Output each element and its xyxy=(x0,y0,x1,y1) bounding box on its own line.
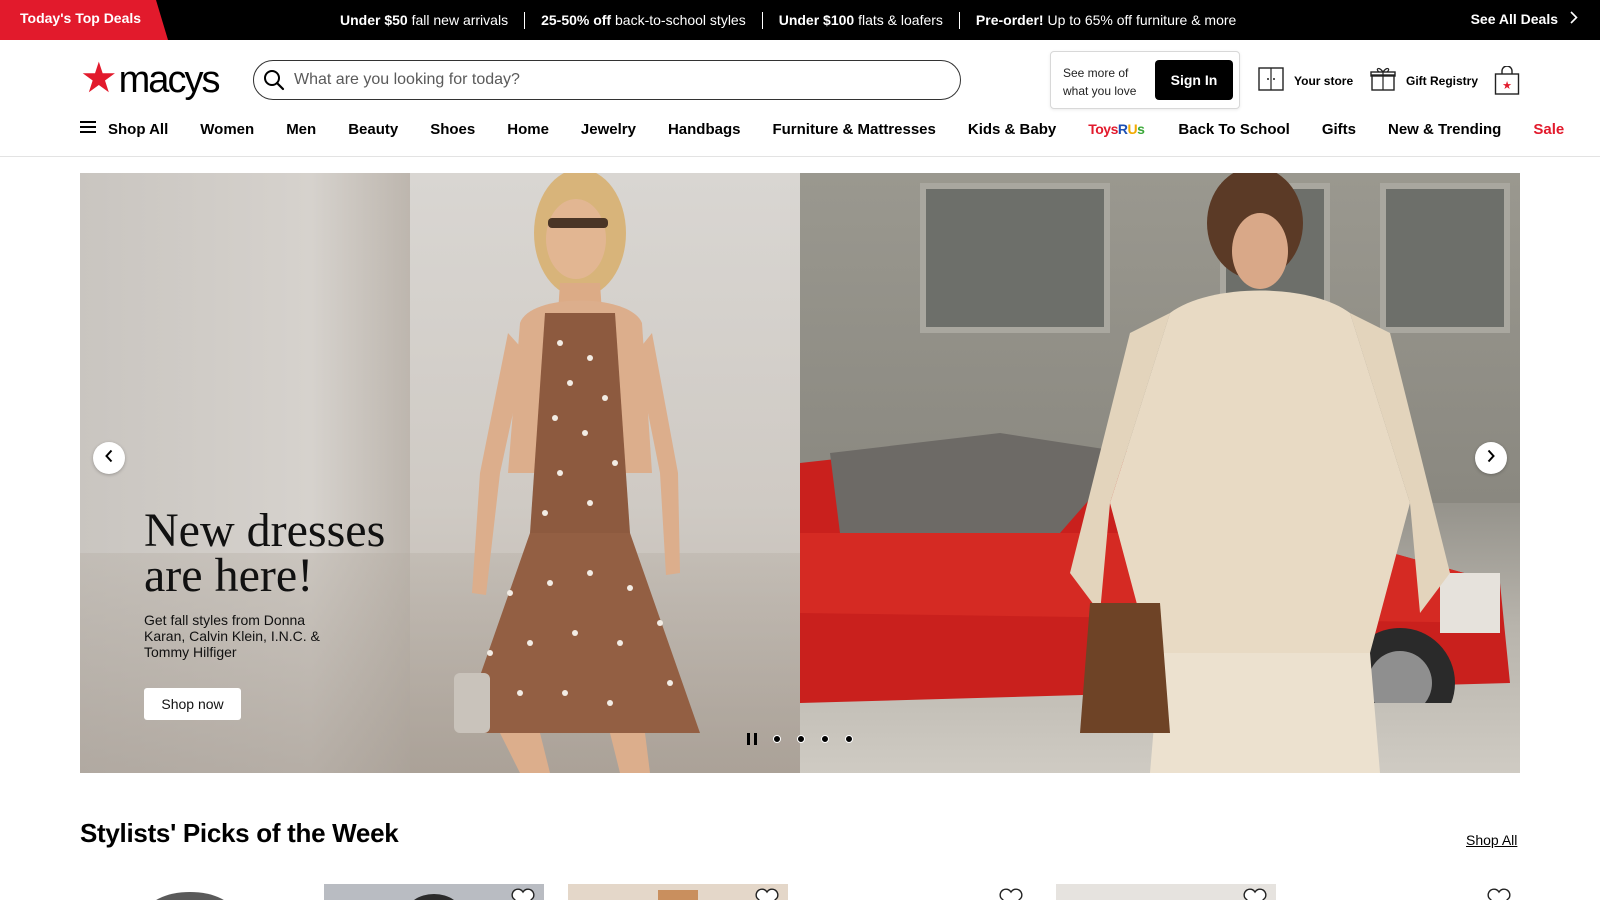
toys-logo-part: Toys xyxy=(1088,121,1118,137)
promo-bar: Today's Top Deals Under $50 fall new arr… xyxy=(0,0,1600,40)
heart-icon[interactable] xyxy=(754,888,780,900)
stylists-picks-heading: Stylists' Picks of the Week xyxy=(80,818,399,848)
carousel-indicators xyxy=(747,733,869,745)
model-cream-outfit-image xyxy=(1070,173,1450,773)
promo-divider xyxy=(958,11,960,29)
nav-item-shoes[interactable]: Shoes xyxy=(430,121,475,138)
carousel-dot[interactable] xyxy=(797,735,805,743)
your-store-link[interactable]: Your store xyxy=(1258,67,1353,94)
toys-logo-part: s xyxy=(1137,121,1145,137)
promo-deal-2-bold: 25-50% off xyxy=(541,12,612,28)
promo-deal-2[interactable]: 25-50% off back-to-school styles xyxy=(541,12,746,28)
heart-icon[interactable] xyxy=(1242,888,1268,900)
search-bar[interactable] xyxy=(253,60,961,100)
hero-copy: New dresses are here! Get fall styles fr… xyxy=(144,504,444,720)
promo-deal-3-text: flats & loafers xyxy=(854,12,943,28)
chevron-right-icon xyxy=(1570,11,1578,27)
nav-item-furniture-mattresses[interactable]: Furniture & Mattresses xyxy=(772,121,935,138)
logo-wordmark: macys xyxy=(118,58,221,101)
see-all-deals-link[interactable]: See All Deals xyxy=(1471,0,1578,38)
heart-icon[interactable] xyxy=(1486,888,1512,900)
gift-registry-label: Gift Registry xyxy=(1406,73,1479,88)
product-card[interactable] xyxy=(812,884,1032,900)
hero-image-right xyxy=(800,173,1520,773)
product-card[interactable] xyxy=(80,884,300,900)
nav-item-home[interactable]: Home xyxy=(507,121,549,138)
carousel-next-button[interactable] xyxy=(1475,442,1507,474)
nav-item-women[interactable]: Women xyxy=(200,121,254,138)
your-store-label: Your store xyxy=(1294,73,1354,88)
promo-deal-4[interactable]: Pre-order! Up to 65% off furniture & mor… xyxy=(976,12,1236,28)
svg-text:★: ★ xyxy=(1502,79,1512,92)
nav-item-kids-baby[interactable]: Kids & Baby xyxy=(968,121,1056,138)
promo-deal-3[interactable]: Under $100 flats & loafers xyxy=(779,12,943,28)
hero-headline: New dresses are here! xyxy=(144,504,386,602)
product-card[interactable] xyxy=(324,884,544,900)
store-icon xyxy=(1258,67,1284,94)
promo-deal-4-text: Up to 65% off furniture & more xyxy=(1043,12,1237,28)
promo-deal-4-bold: Pre-order! xyxy=(975,12,1044,28)
product-card[interactable] xyxy=(1056,884,1276,900)
carousel-dot[interactable] xyxy=(821,735,829,743)
promo-deals: Under $50 fall new arrivals 25-50% off b… xyxy=(340,0,1236,40)
nav-item-handbags[interactable]: Handbags xyxy=(668,121,741,138)
toys-r-us-logo[interactable]: ToysRUs xyxy=(1088,121,1145,137)
promo-divider xyxy=(761,11,763,29)
gift-registry-link[interactable]: Gift Registry xyxy=(1370,66,1478,95)
nav-item-back-to-school[interactable]: Back To School xyxy=(1178,121,1289,138)
carousel-dot[interactable] xyxy=(845,735,853,743)
search-input[interactable] xyxy=(294,71,960,89)
sign-in-prompt: See more of what you love xyxy=(1063,66,1137,98)
promo-deal-3-bold: Under $100 xyxy=(778,12,855,28)
gift-icon xyxy=(1370,66,1396,95)
toys-logo-part: U xyxy=(1127,121,1138,137)
shopping-bag-icon[interactable]: ★ xyxy=(1494,65,1520,101)
sign-in-panel: See more of what you love Sign In xyxy=(1050,51,1240,109)
nav-item-men[interactable]: Men xyxy=(286,121,316,138)
hero-carousel[interactable]: New dresses are here! Get fall styles fr… xyxy=(80,173,1520,773)
nav-item-gifts[interactable]: Gifts xyxy=(1322,121,1356,138)
nav-item-beauty[interactable]: Beauty xyxy=(348,121,398,138)
chevron-left-icon xyxy=(104,449,114,468)
promo-deal-2-text: back-to-school styles xyxy=(611,12,746,28)
promo-divider xyxy=(524,11,526,29)
sign-in-button[interactable]: Sign In xyxy=(1155,60,1233,100)
category-nav: Shop All Women Men Beauty Shoes Home Jew… xyxy=(80,116,1564,142)
nav-item-new-trending[interactable]: New & Trending xyxy=(1388,121,1501,138)
product-image xyxy=(156,892,224,900)
search-icon[interactable] xyxy=(254,69,294,91)
heart-icon[interactable] xyxy=(510,888,536,900)
stylists-picks-shop-all-link[interactable]: Shop All xyxy=(1466,832,1517,848)
carousel-dot[interactable] xyxy=(773,735,781,743)
nav-item-sale[interactable]: Sale xyxy=(1533,121,1564,138)
carousel-prev-button[interactable] xyxy=(93,442,125,474)
chevron-right-icon xyxy=(1486,449,1496,468)
heart-icon[interactable] xyxy=(998,888,1024,900)
macys-logo[interactable]: ★ macys xyxy=(80,54,221,102)
promo-deal-1-text: fall new arrivals xyxy=(407,12,509,28)
hamburger-menu-icon xyxy=(80,120,96,138)
promo-deal-1-bold: Under $50 xyxy=(340,12,408,28)
nav-item-jewelry[interactable]: Jewelry xyxy=(581,121,636,138)
shop-all-label: Shop All xyxy=(108,120,169,138)
promo-deal-1[interactable]: Under $50 fall new arrivals xyxy=(340,12,508,28)
product-card[interactable] xyxy=(568,884,788,900)
shop-now-button[interactable]: Shop now xyxy=(144,688,241,720)
todays-top-deals-tag[interactable]: Today's Top Deals xyxy=(0,0,168,40)
star-logo-icon: ★ xyxy=(80,54,118,101)
pause-icon[interactable] xyxy=(747,733,757,745)
product-card[interactable] xyxy=(1300,884,1520,900)
hero-subtitle: Get fall styles from Donna Karan, Calvin… xyxy=(144,612,320,660)
see-all-deals-label: See All Deals xyxy=(1470,11,1558,27)
header-divider xyxy=(0,156,1600,157)
shop-all-menu[interactable]: Shop All xyxy=(80,120,168,138)
